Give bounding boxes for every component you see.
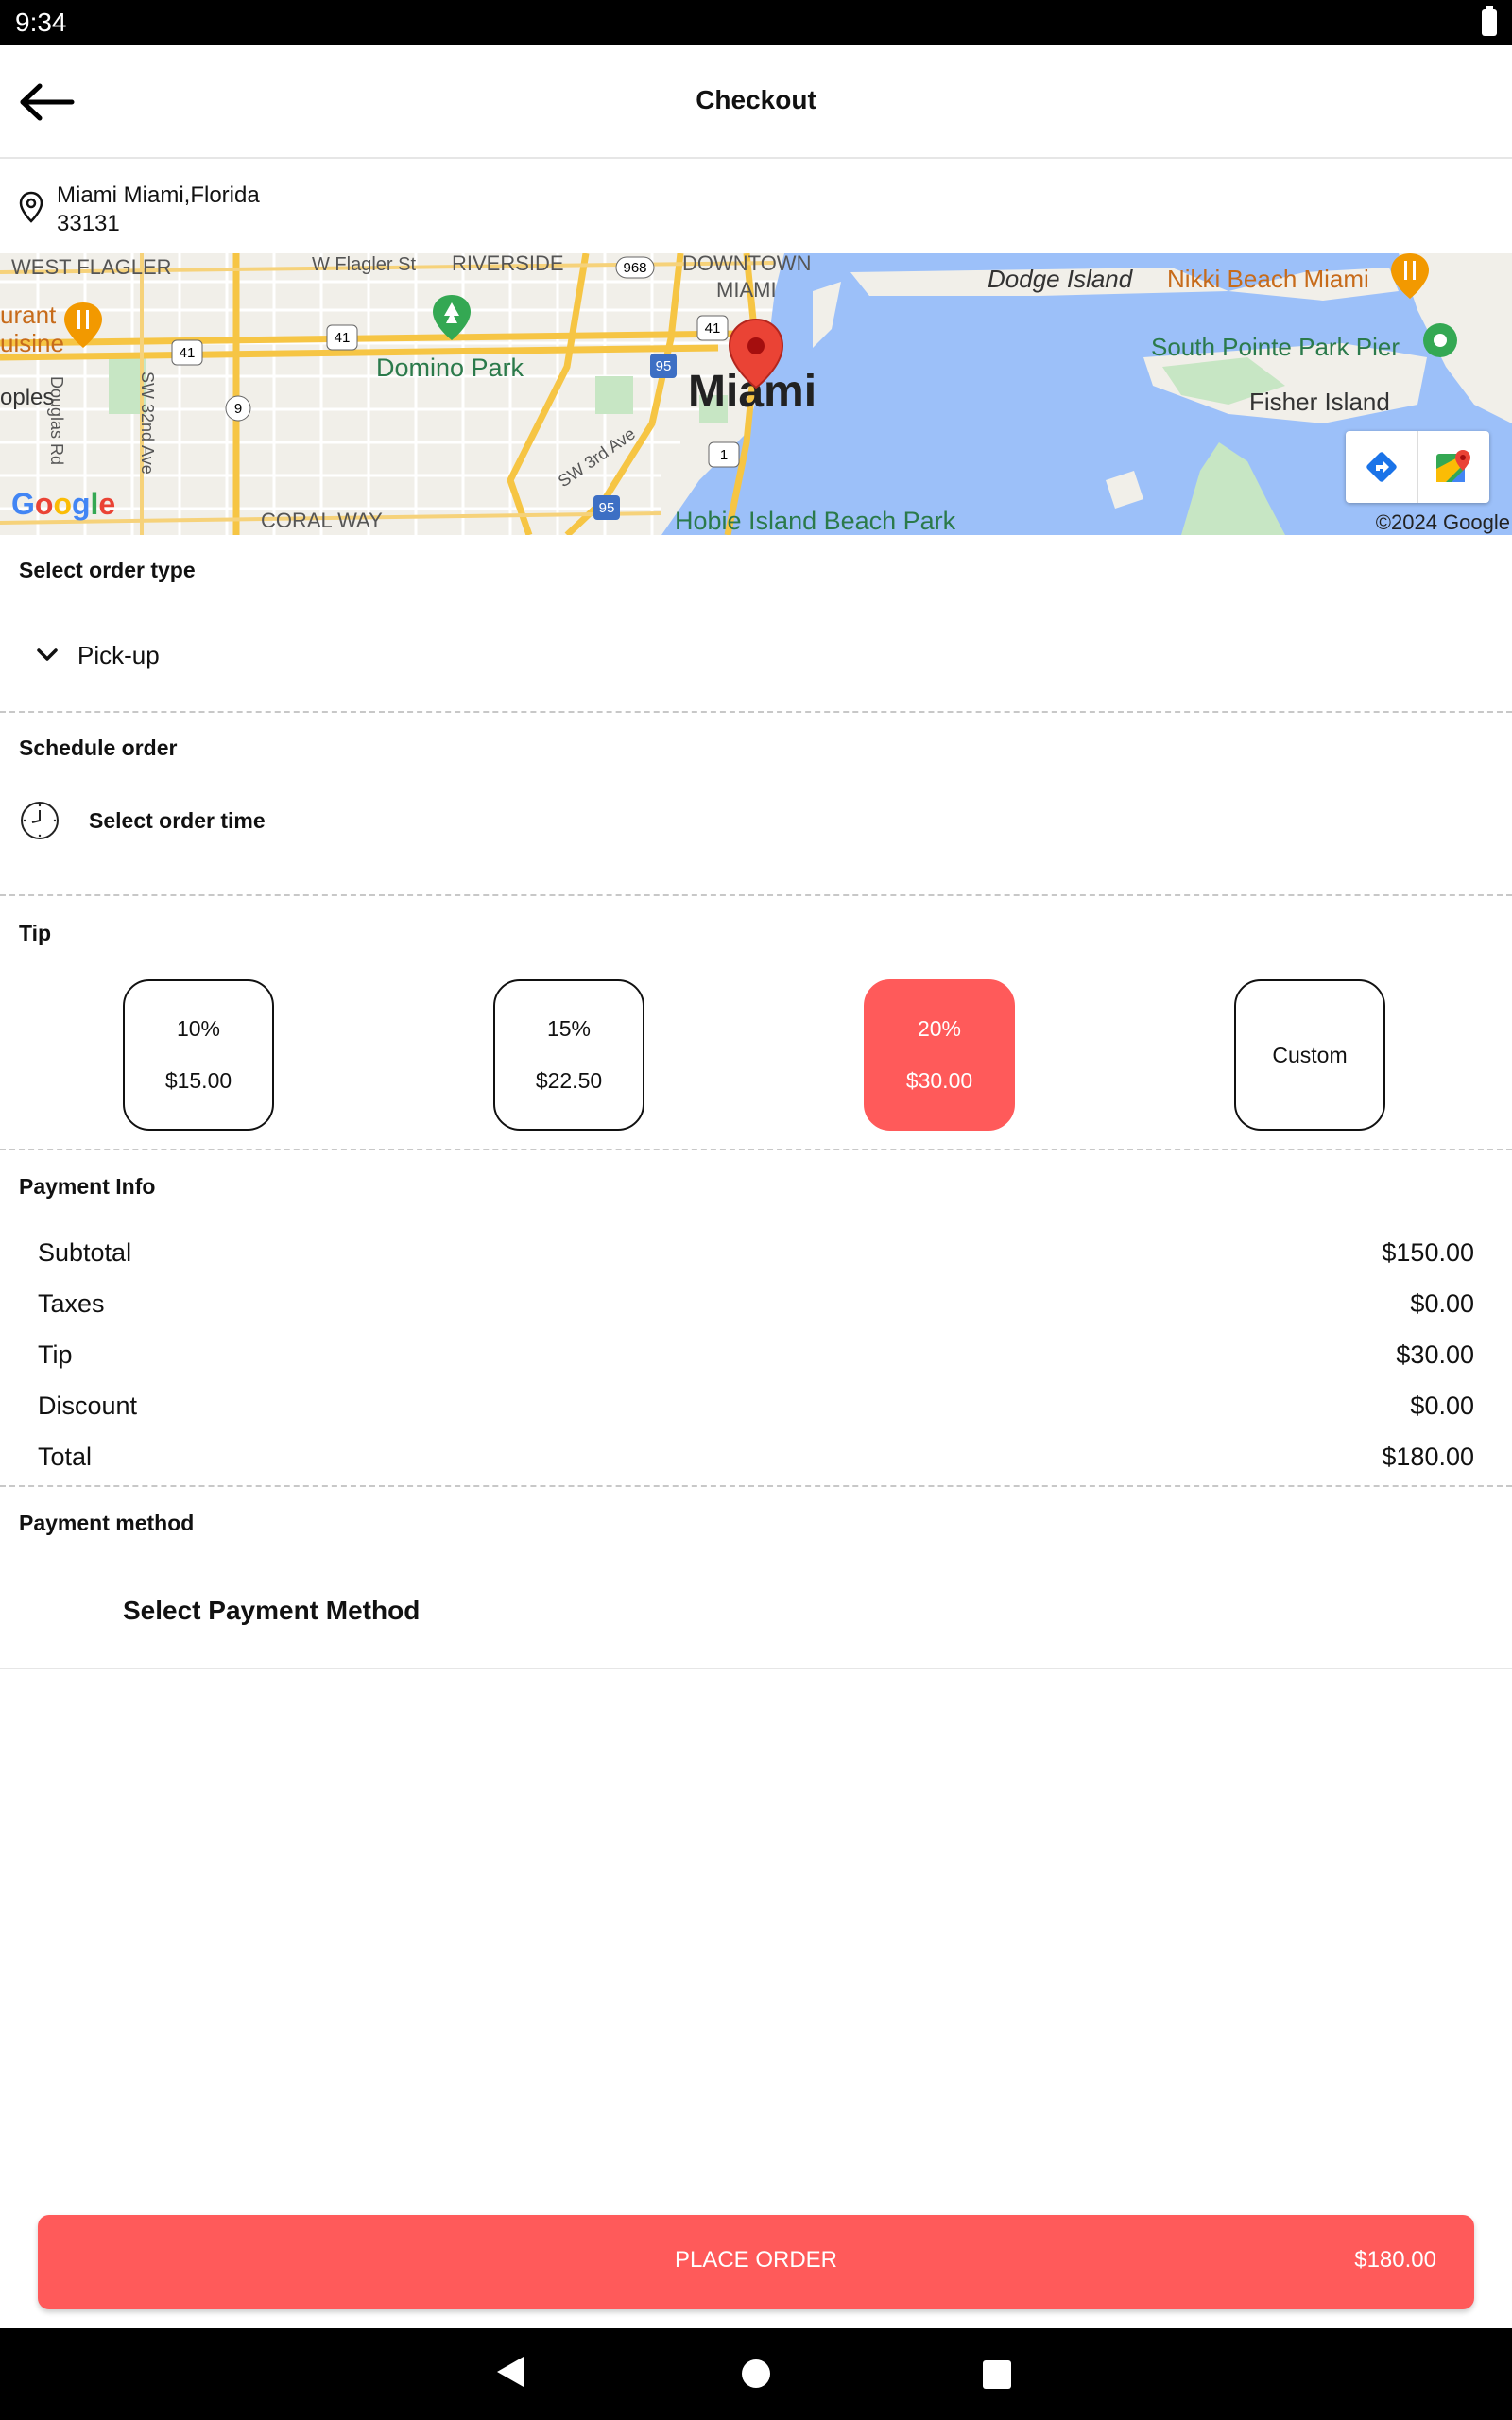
- map-label-coral-way: CORAL WAY: [261, 509, 383, 532]
- map-label-west-flagler: WEST FLAGLER: [11, 255, 172, 279]
- status-time: 9:34: [15, 8, 67, 37]
- address-row: Miami Miami,Florida 33131: [0, 159, 1512, 253]
- system-nav-bar: [0, 2328, 1512, 2420]
- divider: [0, 1149, 1512, 1150]
- map-label-hobie-island: Hobie Island Beach Park: [675, 507, 956, 535]
- circle-home-icon[interactable]: [742, 2360, 770, 2388]
- triangle-back-icon[interactable]: [497, 2357, 524, 2387]
- map-pin-icon: [19, 191, 43, 223]
- map-label-nikki-beach: Nikki Beach Miami: [1167, 265, 1369, 293]
- payment-row-total: Total $180.00: [38, 1443, 1474, 1472]
- place-order-button[interactable]: PLACE ORDER $180.00: [38, 2215, 1474, 2309]
- payment-row-label: Taxes: [38, 1289, 105, 1318]
- map-label-south-pointe: South Pointe Park Pier: [1151, 333, 1400, 361]
- tip-amount: $22.50: [535, 1068, 603, 1093]
- tip-amount: $15.00: [164, 1068, 232, 1093]
- tip-percent: 15%: [546, 1016, 592, 1041]
- address-line1: Miami Miami,Florida: [57, 182, 260, 208]
- open-in-maps-button[interactable]: [1417, 431, 1490, 503]
- payment-row-label: Subtotal: [38, 1238, 132, 1267]
- map-label-oples: oples: [0, 385, 54, 410]
- status-bar: 9:34: [0, 0, 1512, 45]
- map-copyright: ©2024 Google: [1375, 510, 1510, 534]
- tip-option-10[interactable]: 10% $15.00: [123, 979, 274, 1131]
- app-bar: Checkout: [0, 45, 1512, 159]
- divider: [0, 711, 1512, 713]
- tip-percent: 20%: [917, 1016, 962, 1041]
- payment-row-label: Total: [38, 1443, 93, 1471]
- order-type-value: Pick-up: [77, 640, 160, 669]
- order-type-title: Select order type: [19, 558, 196, 582]
- tip-custom-label: Custom: [1272, 1042, 1348, 1067]
- page-title: Checkout: [696, 85, 816, 114]
- map-label-restaurant-a: urant: [0, 301, 57, 329]
- clock-icon: [21, 802, 59, 839]
- place-order-label: PLACE ORDER: [674, 2247, 838, 2273]
- map-label-restaurant-b: uisine: [0, 329, 64, 357]
- map-label-riverside: RIVERSIDE: [452, 253, 564, 275]
- map-label-sw-32nd: SW 32nd Ave: [138, 372, 157, 475]
- tip-title: Tip: [19, 921, 52, 945]
- map-label-fisher-island: Fisher Island: [1249, 388, 1390, 416]
- select-payment-method-button[interactable]: Select Payment Method: [0, 1558, 1512, 1669]
- divider: [0, 894, 1512, 896]
- directions-button[interactable]: [1346, 431, 1418, 503]
- chevron-down-icon: [37, 648, 58, 661]
- payment-method-title: Payment method: [19, 1511, 195, 1535]
- payment-row-label: Tip: [38, 1340, 73, 1369]
- map-toolbar: [1346, 431, 1489, 503]
- tip-percent: 10%: [176, 1016, 221, 1041]
- tip-option-20[interactable]: 20% $30.00: [864, 979, 1015, 1131]
- tip-option-custom[interactable]: Custom: [1234, 979, 1385, 1131]
- shield-41-a: 41: [180, 345, 196, 361]
- select-order-time-button[interactable]: Select order time: [19, 800, 266, 841]
- payment-row-value: $180.00: [1382, 1443, 1474, 1471]
- payment-row-subtotal: Subtotal $150.00: [38, 1238, 1474, 1268]
- payment-row-label: Discount: [38, 1392, 138, 1420]
- divider: [0, 1485, 1512, 1487]
- payment-row-value: $150.00: [1382, 1238, 1474, 1267]
- pier-marker-icon: [1423, 323, 1457, 357]
- address-text: Miami Miami,Florida 33131: [57, 182, 260, 238]
- address-line2: 33131: [57, 211, 120, 236]
- shield-1: 1: [720, 447, 728, 463]
- schedule-title: Schedule order: [19, 735, 178, 760]
- payment-row-tip: Tip $30.00: [38, 1340, 1474, 1370]
- payment-row-value: $0.00: [1410, 1392, 1474, 1420]
- shield-41-b: 41: [335, 330, 351, 346]
- payment-row-discount: Discount $0.00: [38, 1392, 1474, 1421]
- shield-9: 9: [234, 401, 242, 417]
- map-label-domino-park: Domino Park: [376, 354, 524, 382]
- square-recents-icon[interactable]: [983, 2360, 1011, 2389]
- map-label-douglas-rd: Douglas Rd: [47, 376, 66, 465]
- shield-95-a: 95: [656, 358, 672, 374]
- map-label-w-flagler-st: W Flagler St: [312, 254, 416, 275]
- place-order-total: $180.00: [1354, 2247, 1436, 2273]
- payment-row-taxes: Taxes $0.00: [38, 1289, 1474, 1319]
- select-order-time-label: Select order time: [89, 807, 266, 833]
- map-label-miami-district: MIAMI: [716, 278, 777, 302]
- payment-row-value: $30.00: [1396, 1340, 1474, 1369]
- google-maps-icon: [1436, 450, 1471, 482]
- payment-row-value: $0.00: [1410, 1289, 1474, 1318]
- shield-968: 968: [623, 260, 646, 276]
- map-label-dodge-island: Dodge Island: [988, 265, 1134, 293]
- map-label-downtown: DOWNTOWN: [682, 253, 811, 275]
- shield-41-c: 41: [705, 320, 721, 337]
- tip-option-15[interactable]: 15% $22.50: [493, 979, 644, 1131]
- battery-icon: [1482, 6, 1497, 36]
- payment-info-title: Payment Info: [19, 1174, 156, 1199]
- google-logo: Google: [11, 487, 115, 521]
- tip-amount: $30.00: [905, 1068, 973, 1093]
- select-payment-method-label: Select Payment Method: [123, 1596, 421, 1625]
- shield-95-b: 95: [599, 500, 615, 516]
- directions-icon: [1366, 452, 1397, 482]
- order-type-dropdown[interactable]: Pick-up: [19, 629, 160, 682]
- map-view[interactable]: WEST FLAGLER W Flagler St RIVERSIDE DOWN…: [0, 253, 1512, 535]
